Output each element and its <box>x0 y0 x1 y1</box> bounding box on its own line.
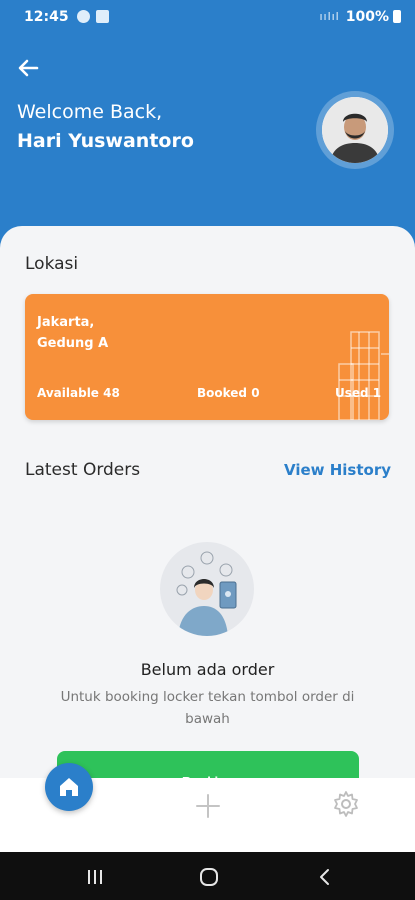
location-city: Jakarta, <box>37 315 95 330</box>
building-icon <box>338 331 389 420</box>
system-nav-bar <box>0 852 415 900</box>
signal-icon: ıılıl <box>319 10 340 23</box>
main-content: Lokasi Jakarta, Gedung A Available 48 Bo… <box>0 226 415 778</box>
location-building: Gedung A <box>37 336 109 351</box>
booking-button[interactable]: Booking <box>57 751 359 778</box>
plus-icon <box>196 794 220 818</box>
view-history-link[interactable]: View History <box>284 461 391 479</box>
home-icon <box>60 778 78 796</box>
nav-home-button[interactable] <box>45 763 93 811</box>
gear-icon <box>334 791 358 817</box>
bottom-nav <box>0 763 415 852</box>
home-system-icon[interactable] <box>198 866 220 888</box>
empty-orders-title: Belum ada order <box>140 660 275 679</box>
nav-add-button[interactable] <box>194 792 222 820</box>
recent-apps-icon[interactable] <box>84 866 106 888</box>
avatar[interactable] <box>322 97 388 163</box>
status-bar: 12:45 ıılıl 100% <box>0 0 415 33</box>
notification-icon <box>76 10 90 23</box>
back-arrow-icon[interactable] <box>16 55 42 81</box>
back-system-icon[interactable] <box>314 866 336 888</box>
welcome-text: Welcome Back, <box>17 101 163 123</box>
empty-orders-description: Untuk booking locker tekan tombol order … <box>60 689 355 727</box>
user-name: Hari Yuswantoro <box>17 130 194 152</box>
status-time: 12:45 <box>24 8 69 25</box>
booked-count: Booked 0 <box>197 386 260 400</box>
battery-icon <box>393 10 401 23</box>
nav-settings-button[interactable] <box>332 790 360 818</box>
latest-orders-title: Latest Orders <box>25 460 141 480</box>
empty-orders-illustration <box>160 542 254 636</box>
location-card[interactable]: Jakarta, Gedung A Available 48 Booked 0 … <box>25 294 389 420</box>
gallery-icon <box>95 10 109 23</box>
available-count: Available 48 <box>37 386 120 400</box>
battery-percent: 100% <box>345 8 389 25</box>
location-title: Lokasi <box>25 254 79 274</box>
